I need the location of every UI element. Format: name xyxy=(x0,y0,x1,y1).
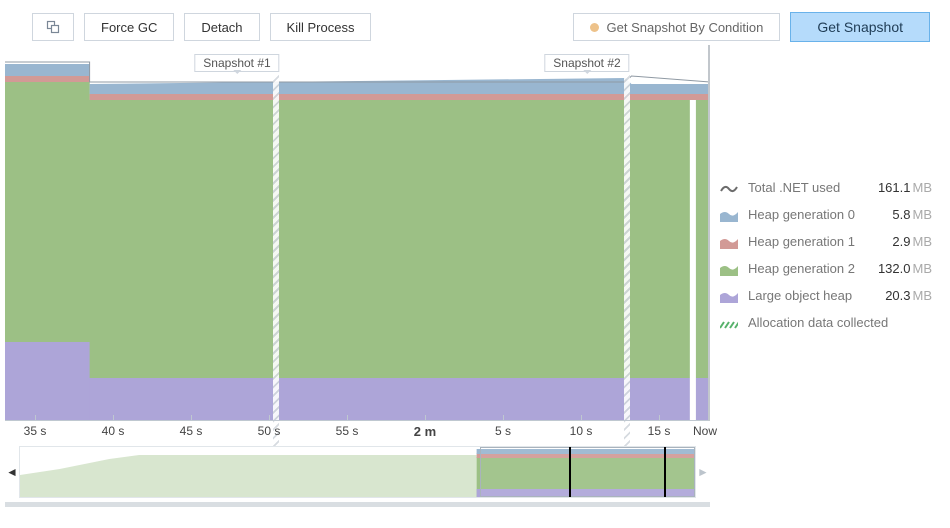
time-axis: 35 s 40 s 45 s 50 s 55 s 2 m 5 s 10 s 15… xyxy=(5,420,710,446)
overview-strip: ◄ ► xyxy=(5,446,710,498)
area-swatch-loh-icon xyxy=(720,289,738,303)
tick-55s: 55 s xyxy=(336,424,359,438)
overview-svg xyxy=(20,447,695,497)
condition-dot-icon xyxy=(590,23,599,32)
tick-10s: 10 s xyxy=(570,424,593,438)
main: Snapshot #1 Snapshot #2 35 s 40 s 45 s 5… xyxy=(0,50,950,470)
legend-gen2-value: 132.0MB xyxy=(878,261,932,276)
area-swatch-gen1-icon xyxy=(720,235,738,249)
legend-gen1-label: Heap generation 1 xyxy=(748,234,882,249)
tick-15s: 15 s xyxy=(648,424,671,438)
chart-column: Snapshot #1 Snapshot #2 35 s 40 s 45 s 5… xyxy=(0,50,710,470)
legend-gen0-label: Heap generation 0 xyxy=(748,207,882,222)
tick-35s: 35 s xyxy=(24,424,47,438)
get-snapshot-button[interactable]: Get Snapshot xyxy=(790,12,930,42)
overview-scroll-left[interactable]: ◄ xyxy=(5,446,19,498)
legend-alloc[interactable]: Allocation data collected xyxy=(720,315,932,330)
legend-total-value: 161.1MB xyxy=(878,180,932,195)
line-swatch-icon xyxy=(720,181,738,195)
legend-loh-label: Large object heap xyxy=(748,288,875,303)
overview-snapshot-1-line xyxy=(569,447,571,497)
tick-2m: 2 m xyxy=(414,424,436,439)
area-swatch-gen0-icon xyxy=(720,208,738,222)
overview-scroll-thumb[interactable] xyxy=(5,502,710,507)
legend-alloc-label: Allocation data collected xyxy=(748,315,932,330)
tick-40s: 40 s xyxy=(102,424,125,438)
legend-total-label: Total .NET used xyxy=(748,180,868,195)
snapshot-by-condition-button[interactable]: Get Snapshot By Condition xyxy=(573,13,781,41)
snapshot-2-flag[interactable]: Snapshot #2 xyxy=(544,54,629,72)
tick-now: Now xyxy=(693,424,717,438)
area-swatch-gen2-icon xyxy=(720,262,738,276)
legend-loh[interactable]: Large object heap 20.3MB xyxy=(720,288,932,303)
snapshot-by-condition-label: Get Snapshot By Condition xyxy=(607,20,764,35)
legend-gen1-value: 2.9MB xyxy=(892,234,932,249)
overview-scrollbar[interactable] xyxy=(5,502,710,507)
legend-gen2[interactable]: Heap generation 2 132.0MB xyxy=(720,261,932,276)
kill-process-button[interactable]: Kill Process xyxy=(270,13,372,41)
legend-gen1[interactable]: Heap generation 1 2.9MB xyxy=(720,234,932,249)
detach-button[interactable]: Detach xyxy=(184,13,259,41)
legend-gen0-value: 5.8MB xyxy=(892,207,932,222)
toolbar: Force GC Detach Kill Process Get Snapsho… xyxy=(0,0,950,50)
tick-45s: 45 s xyxy=(180,424,203,438)
pin-button[interactable] xyxy=(32,13,74,41)
chart-svg xyxy=(5,50,710,420)
memory-chart[interactable]: Snapshot #1 Snapshot #2 xyxy=(5,50,710,420)
tick-5s: 5 s xyxy=(495,424,511,438)
hatch-swatch-icon xyxy=(720,316,738,330)
legend-gen0[interactable]: Heap generation 0 5.8MB xyxy=(720,207,932,222)
snapshot-1-flag[interactable]: Snapshot #1 xyxy=(194,54,279,72)
overview-chart[interactable] xyxy=(19,446,696,498)
overview-scroll-right[interactable]: ► xyxy=(696,446,710,498)
legend: Total .NET used 161.1MB Heap generation … xyxy=(710,50,950,470)
overview-snapshot-2-line xyxy=(664,447,666,497)
pin-icon xyxy=(46,20,60,34)
tick-50s: 50 s xyxy=(258,424,281,438)
legend-gen2-label: Heap generation 2 xyxy=(748,261,868,276)
now-line xyxy=(708,45,710,421)
legend-total[interactable]: Total .NET used 161.1MB xyxy=(720,180,932,195)
force-gc-button[interactable]: Force GC xyxy=(84,13,174,41)
legend-loh-value: 20.3MB xyxy=(885,288,932,303)
